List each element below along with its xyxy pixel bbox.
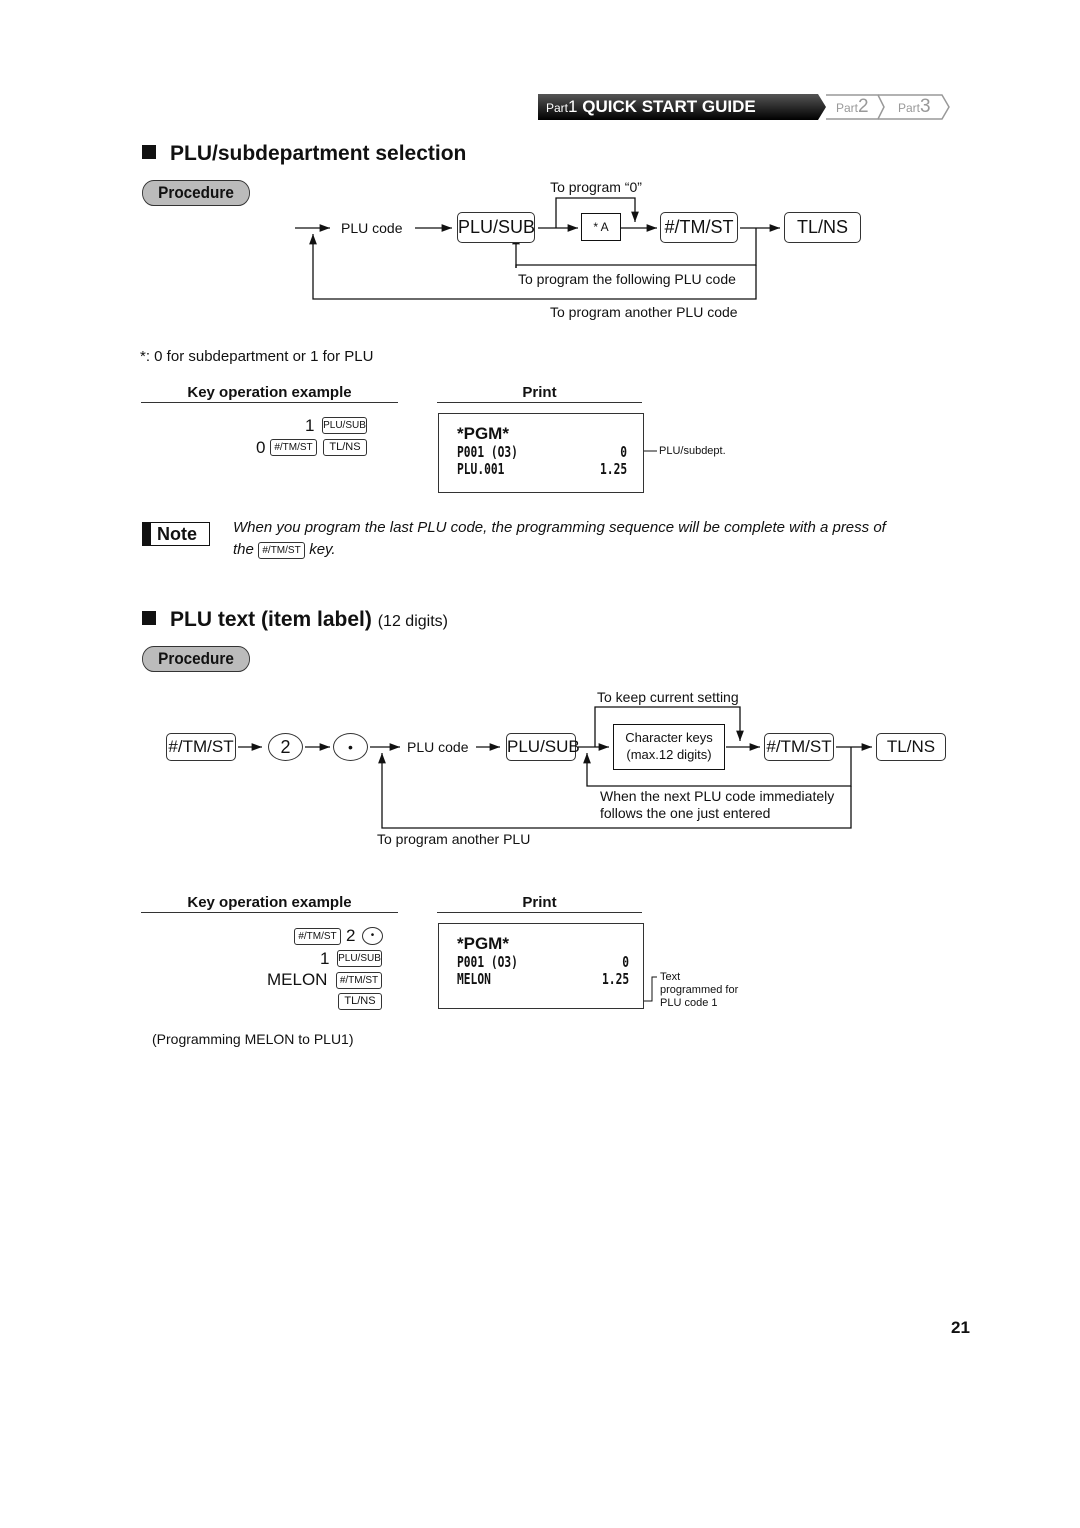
procedure-badge: Procedure	[142, 646, 250, 672]
to-program-following-label: To program the following PLU code	[518, 271, 736, 287]
when-next-plu-label: When the next PLU code immediately follo…	[600, 788, 835, 821]
footnote: *: 0 for subdepartment or 1 for PLU	[140, 348, 374, 365]
example-digit-1: 1	[320, 949, 330, 968]
key-operation-example-header: Key operation example	[141, 894, 398, 913]
receipt-price: 1.25	[599, 460, 627, 478]
receipt-plu-number: P001 (O3)	[457, 953, 518, 971]
decimal-point-key-small: •	[362, 927, 383, 945]
tm-st-key-small: #/TM/ST	[336, 972, 382, 989]
plu-sub-key[interactable]: PLU/SUB	[457, 212, 535, 243]
example-text-melon: MELON	[267, 970, 328, 989]
tm-st-key-small: #/TM/ST	[258, 542, 306, 559]
receipt-print-1: *PGM* P001 (O3) 0 PLU.001 1.25	[438, 413, 644, 493]
receipt-header: *PGM*	[457, 424, 509, 443]
to-keep-current-label: To keep current setting	[597, 689, 739, 705]
tm-st-key-small: #/TM/ST	[270, 439, 317, 456]
tm-st-key[interactable]: #/TM/ST	[166, 733, 236, 761]
receipt-item-label: PLU.001	[457, 460, 505, 478]
receipt-plu-number: P001 (O3)	[457, 443, 518, 461]
key-2[interactable]: 2	[268, 733, 303, 761]
plu-subdept-callout: PLU/subdept.	[659, 445, 726, 457]
example-digit-1: 1	[305, 416, 315, 435]
tl-ns-key-small: TL/NS	[338, 993, 382, 1010]
plu-sub-key[interactable]: PLU/SUB	[506, 733, 580, 761]
plu-sub-key-small: PLU/SUB	[337, 950, 382, 967]
receipt-print-2: *PGM* P001 (O3) 0 MELON 1.25	[438, 923, 644, 1009]
note-text-line2: the #/TM/ST key.	[233, 541, 336, 559]
receipt-plu-subdept-value: 0	[622, 953, 629, 971]
decimal-point-key[interactable]: •	[333, 733, 368, 761]
to-program-another-plu-label: To program another PLU	[377, 831, 531, 847]
plu-code-label: PLU code	[341, 220, 403, 236]
example-digit-2: 2	[346, 926, 356, 945]
text-programmed-callout: Text programmed for PLU code 1	[660, 971, 739, 1009]
bullet-square-icon	[142, 611, 156, 625]
to-program-another-label: To program another PLU code	[550, 304, 738, 320]
example-digit-0: 0	[256, 438, 266, 457]
tm-st-key[interactable]: #/TM/ST	[764, 733, 834, 761]
note-text-line1: When you program the last PLU code, the …	[233, 519, 886, 536]
note-badge: Note	[142, 522, 210, 546]
character-keys-box: Character keys (max.12 digits)	[613, 724, 725, 770]
print-header: Print	[437, 384, 642, 403]
example-caption: (Programming MELON to PLU1)	[152, 1031, 354, 1047]
tm-st-key[interactable]: #/TM/ST	[660, 212, 738, 243]
receipt-header: *PGM*	[457, 934, 509, 953]
print-header: Print	[437, 894, 642, 913]
key-operation-example-header: Key operation example	[141, 384, 398, 403]
flow-diagram-lines	[238, 197, 872, 1002]
to-program-zero-label: To program “0”	[550, 179, 642, 195]
section-title-plu-text: PLU text (item label) (12 digits)	[142, 608, 448, 632]
asterisk-a-box: * A	[581, 213, 621, 241]
plu-sub-key-small: PLU/SUB	[322, 417, 367, 434]
tl-ns-key-small: TL/NS	[323, 439, 367, 456]
plu-code-label: PLU code	[407, 739, 469, 755]
page-number: 21	[951, 1318, 970, 1337]
tm-st-key-small: #/TM/ST	[294, 928, 341, 945]
receipt-price: 1.25	[601, 970, 629, 988]
receipt-item-label: MELON	[457, 970, 491, 988]
tl-ns-key[interactable]: TL/NS	[876, 733, 946, 761]
tl-ns-key[interactable]: TL/NS	[784, 212, 861, 243]
receipt-plu-subdept-value: 0	[620, 443, 627, 461]
